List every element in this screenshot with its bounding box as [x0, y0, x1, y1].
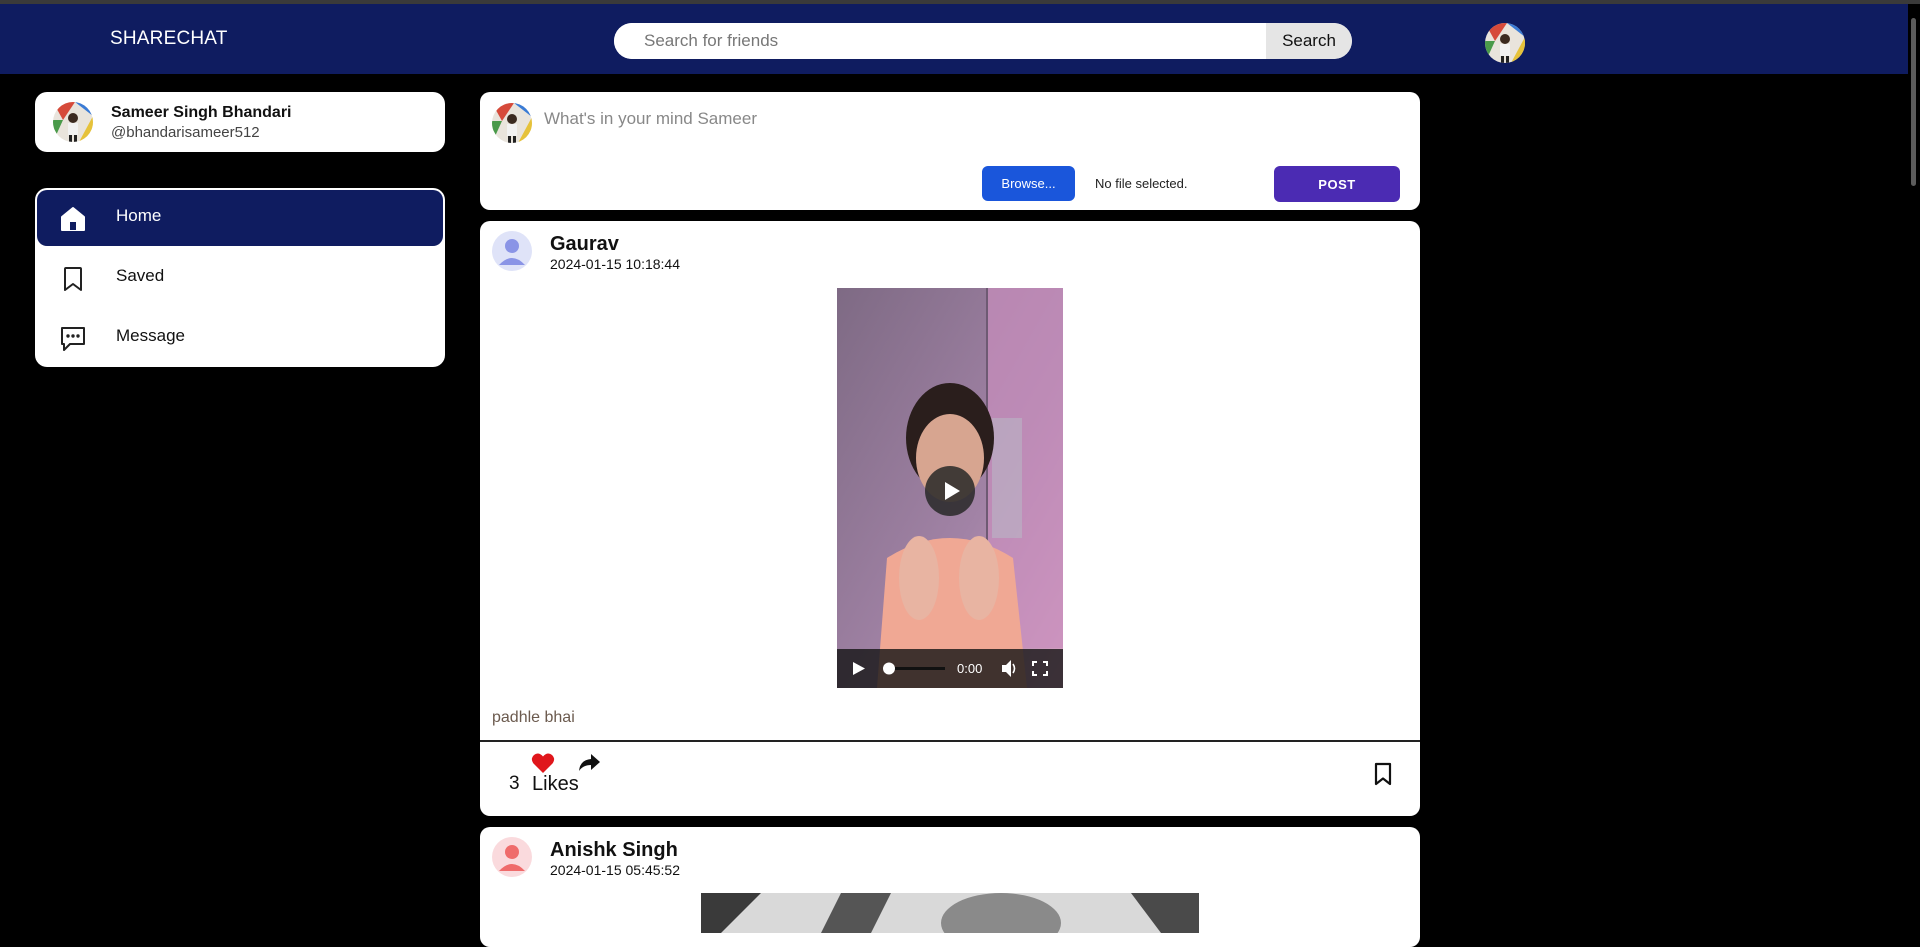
play-overlay-button[interactable] [925, 466, 975, 516]
scrollbar-thumb[interactable] [1911, 18, 1916, 186]
post-author-name[interactable]: Anishk Singh [550, 839, 678, 862]
home-icon [59, 205, 87, 233]
sidebar-item-home[interactable]: Home [37, 190, 443, 246]
brand-logo-text[interactable]: SHARECHAT [110, 28, 228, 50]
post-button[interactable]: POST [1274, 166, 1400, 202]
message-icon [59, 325, 87, 353]
search-button[interactable]: Search [1266, 23, 1352, 59]
post-timestamp: 2024-01-15 05:45:52 [550, 862, 680, 878]
like-count: 3 [509, 773, 520, 794]
sidebar-menu: Home Saved Message [35, 188, 445, 367]
feed-post: Anishk Singh 2024-01-15 05:45:52 [480, 827, 1420, 947]
video-seek-slider[interactable] [883, 649, 949, 688]
top-navbar: SHARECHAT Search [0, 4, 1920, 74]
save-bookmark-icon[interactable] [1373, 762, 1393, 791]
video-controls-bar: 0:00 [837, 649, 1063, 688]
post-image[interactable] [701, 893, 1199, 933]
post-author-avatar[interactable] [492, 837, 532, 877]
post-timestamp: 2024-01-15 10:18:44 [550, 256, 680, 272]
feed-post: Gaurav 2024-01-15 10:18:44 0:00 padhle b… [480, 221, 1420, 816]
page-scrollbar[interactable] [1908, 4, 1920, 923]
volume-icon[interactable] [999, 649, 1019, 688]
video-time: 0:00 [957, 661, 983, 676]
sidebar-item-label: Saved [116, 266, 165, 285]
post-author-avatar[interactable] [492, 231, 532, 271]
profile-handle: @bhandarisameer512 [111, 124, 260, 141]
file-status-text: No file selected. [1095, 176, 1188, 191]
post-divider [480, 740, 1420, 742]
fullscreen-icon[interactable] [1030, 649, 1050, 688]
browse-file-button[interactable]: Browse... [982, 166, 1075, 201]
play-icon[interactable] [849, 649, 869, 688]
share-icon[interactable] [577, 752, 601, 779]
profile-card[interactable]: Sameer Singh Bhandari @bhandarisameer512 [35, 92, 445, 152]
profile-name: Sameer Singh Bhandari [111, 104, 292, 121]
sidebar-item-message[interactable]: Message [37, 310, 443, 366]
post-author-name[interactable]: Gaurav [550, 233, 619, 256]
user-avatar[interactable] [1485, 23, 1525, 63]
search-bar: Search [614, 23, 1352, 59]
composer-text-input[interactable] [544, 104, 1404, 134]
post-composer: Browse... No file selected. POST [480, 92, 1420, 210]
post-caption: padhle bhai [492, 709, 575, 726]
sidebar-item-saved[interactable]: Saved [37, 250, 443, 306]
likes-label: Likes [532, 773, 579, 795]
sidebar-item-label: Home [116, 206, 162, 225]
sidebar-item-label: Message [116, 326, 185, 345]
profile-avatar [53, 102, 93, 142]
search-input[interactable] [614, 23, 1266, 59]
bookmark-icon [59, 265, 87, 293]
post-video[interactable]: 0:00 [837, 288, 1063, 688]
composer-avatar [492, 103, 532, 143]
